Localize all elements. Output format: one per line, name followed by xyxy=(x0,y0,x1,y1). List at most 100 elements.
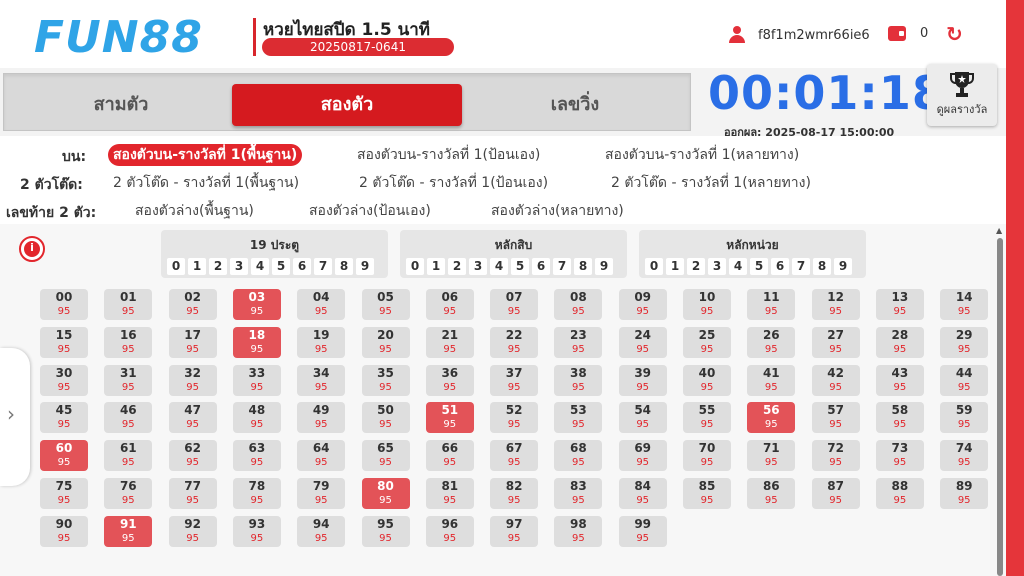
number-cell-20[interactable]: 20 95 xyxy=(361,326,410,358)
number-cell-08[interactable]: 08 95 xyxy=(554,289,603,320)
digit-button[interactable]: 9 xyxy=(356,258,374,275)
number-cell-02[interactable]: 02 95 xyxy=(168,289,217,320)
number-cell-95[interactable]: 95 95 xyxy=(361,515,410,547)
number-cell-93[interactable]: 93 95 xyxy=(232,515,281,547)
digit-button[interactable]: 8 xyxy=(813,258,831,275)
number-cell-75[interactable]: 75 95 xyxy=(40,478,88,509)
number-cell-18[interactable]: 18 95 xyxy=(232,326,281,358)
number-cell-77[interactable]: 77 95 xyxy=(168,478,217,509)
number-cell-25[interactable]: 25 95 xyxy=(683,326,731,358)
digit-button[interactable]: 2 xyxy=(209,258,227,275)
number-cell-98[interactable]: 98 95 xyxy=(554,515,603,547)
number-cell-64[interactable]: 64 95 xyxy=(297,440,346,472)
digit-button[interactable]: 3 xyxy=(469,258,487,275)
number-cell-17[interactable]: 17 95 xyxy=(168,326,217,358)
number-cell-67[interactable]: 67 95 xyxy=(490,440,539,472)
number-cell-96[interactable]: 96 95 xyxy=(425,515,474,547)
scroll-thumb[interactable] xyxy=(997,238,1003,576)
digit-button[interactable]: 1 xyxy=(666,258,684,275)
number-cell-31[interactable]: 31 95 xyxy=(104,364,153,396)
number-cell-00[interactable]: 00 95 xyxy=(40,289,88,320)
digit-button[interactable]: 4 xyxy=(251,258,269,275)
number-cell-46[interactable]: 46 95 xyxy=(104,402,153,434)
number-cell-79[interactable]: 79 95 xyxy=(297,478,346,509)
number-cell-73[interactable]: 73 95 xyxy=(875,440,924,472)
digit-button[interactable]: 4 xyxy=(729,258,747,275)
number-cell-74[interactable]: 74 95 xyxy=(940,440,989,472)
number-cell-70[interactable]: 70 95 xyxy=(683,440,731,472)
refresh-icon[interactable]: ↻ xyxy=(946,24,966,44)
digit-button[interactable]: 8 xyxy=(335,258,353,275)
number-cell-71[interactable]: 71 95 xyxy=(747,440,796,472)
number-cell-86[interactable]: 86 95 xyxy=(747,478,796,509)
number-cell-61[interactable]: 61 95 xyxy=(104,440,153,472)
wallet-info[interactable]: 0 xyxy=(888,26,928,41)
number-cell-65[interactable]: 65 95 xyxy=(361,440,410,472)
number-cell-41[interactable]: 41 95 xyxy=(747,364,796,396)
option-top-multi[interactable]: สองตัวบน-รางวัลที่ 1(หลายทาง) xyxy=(600,144,804,166)
digit-button[interactable]: 7 xyxy=(314,258,332,275)
number-cell-38[interactable]: 38 95 xyxy=(554,364,603,396)
digit-button[interactable]: 4 xyxy=(490,258,508,275)
number-cell-42[interactable]: 42 95 xyxy=(811,364,860,396)
digit-button[interactable]: 9 xyxy=(834,258,852,275)
digit-button[interactable]: 1 xyxy=(188,258,206,275)
number-cell-57[interactable]: 57 95 xyxy=(811,402,860,434)
view-results-button[interactable]: ดูผลรางวัล xyxy=(927,64,997,126)
number-cell-85[interactable]: 85 95 xyxy=(683,478,731,509)
number-cell-12[interactable]: 12 95 xyxy=(811,289,860,320)
digit-button[interactable]: 0 xyxy=(645,258,663,275)
number-cell-55[interactable]: 55 95 xyxy=(683,402,731,434)
number-cell-50[interactable]: 50 95 xyxy=(361,402,410,434)
digit-button[interactable]: 6 xyxy=(532,258,550,275)
number-cell-84[interactable]: 84 95 xyxy=(618,478,667,509)
number-cell-43[interactable]: 43 95 xyxy=(875,364,924,396)
fun88-logo[interactable]: FUN88 xyxy=(34,12,203,63)
digit-button[interactable]: 3 xyxy=(708,258,726,275)
number-cell-19[interactable]: 19 95 xyxy=(297,326,346,358)
number-cell-97[interactable]: 97 95 xyxy=(490,515,539,547)
side-panel-toggle[interactable]: › xyxy=(0,348,30,486)
number-cell-32[interactable]: 32 95 xyxy=(168,364,217,396)
number-cell-87[interactable]: 87 95 xyxy=(811,478,860,509)
number-cell-52[interactable]: 52 95 xyxy=(490,402,539,434)
number-cell-68[interactable]: 68 95 xyxy=(554,440,603,472)
number-cell-94[interactable]: 94 95 xyxy=(297,515,346,547)
number-cell-37[interactable]: 37 95 xyxy=(490,364,539,396)
number-cell-59[interactable]: 59 95 xyxy=(940,402,989,434)
number-cell-83[interactable]: 83 95 xyxy=(554,478,603,509)
number-cell-54[interactable]: 54 95 xyxy=(618,402,667,434)
number-cell-24[interactable]: 24 95 xyxy=(618,326,667,358)
option-bottom-manual[interactable]: สองตัวล่าง(ป้อนเอง) xyxy=(304,200,436,222)
number-cell-11[interactable]: 11 95 xyxy=(747,289,796,320)
digit-button[interactable]: 6 xyxy=(771,258,789,275)
info-icon[interactable]: i xyxy=(19,236,45,262)
number-cell-14[interactable]: 14 95 xyxy=(940,289,989,320)
number-cell-47[interactable]: 47 95 xyxy=(168,402,217,434)
number-cell-13[interactable]: 13 95 xyxy=(875,289,924,320)
number-cell-81[interactable]: 81 95 xyxy=(425,478,474,509)
number-cell-88[interactable]: 88 95 xyxy=(875,478,924,509)
digit-button[interactable]: 6 xyxy=(293,258,311,275)
option-bottom-basic[interactable]: สองตัวล่าง(พื้นฐาน) xyxy=(130,200,259,222)
digit-button[interactable]: 7 xyxy=(553,258,571,275)
digit-button[interactable]: 1 xyxy=(427,258,445,275)
number-cell-91[interactable]: 91 95 xyxy=(104,515,153,547)
number-cell-56[interactable]: 56 95 xyxy=(747,402,796,434)
option-tod-multi[interactable]: 2 ตัวโต๊ด - รางวัลที่ 1(หลายทาง) xyxy=(606,172,816,194)
number-cell-16[interactable]: 16 95 xyxy=(104,326,153,358)
number-cell-05[interactable]: 05 95 xyxy=(361,289,410,320)
tab-running-number[interactable]: เลขวิ่ง xyxy=(462,84,688,126)
number-cell-04[interactable]: 04 95 xyxy=(297,289,346,320)
number-cell-66[interactable]: 66 95 xyxy=(425,440,474,472)
number-cell-80[interactable]: 80 95 xyxy=(361,478,410,509)
tab-three-digit[interactable]: สามตัว xyxy=(8,84,234,126)
option-bottom-multi[interactable]: สองตัวล่าง(หลายทาง) xyxy=(486,200,629,222)
number-cell-34[interactable]: 34 95 xyxy=(297,364,346,396)
number-cell-72[interactable]: 72 95 xyxy=(811,440,860,472)
digit-button[interactable]: 3 xyxy=(230,258,248,275)
number-cell-33[interactable]: 33 95 xyxy=(232,364,281,396)
number-cell-90[interactable]: 90 95 xyxy=(40,515,88,547)
option-top-basic[interactable]: สองตัวบน-รางวัลที่ 1(พื้นฐาน) xyxy=(108,144,303,166)
digit-button[interactable]: 0 xyxy=(406,258,424,275)
